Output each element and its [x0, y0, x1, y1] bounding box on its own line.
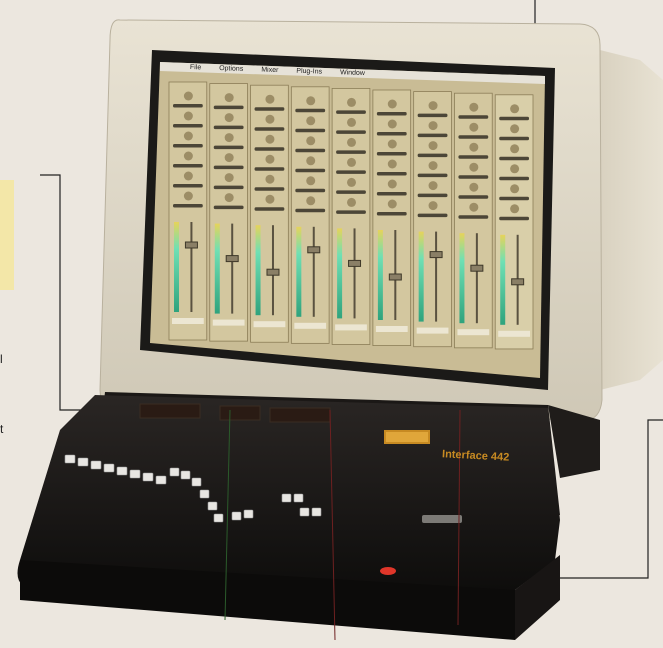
- control-console: [17, 392, 600, 641]
- console-svg: [17, 392, 600, 641]
- product-photo: l t File Options Mixer Plug-Ins Window I…: [0, 0, 663, 643]
- console-fader[interactable]: [422, 515, 462, 523]
- red-led-indicator: [380, 567, 396, 575]
